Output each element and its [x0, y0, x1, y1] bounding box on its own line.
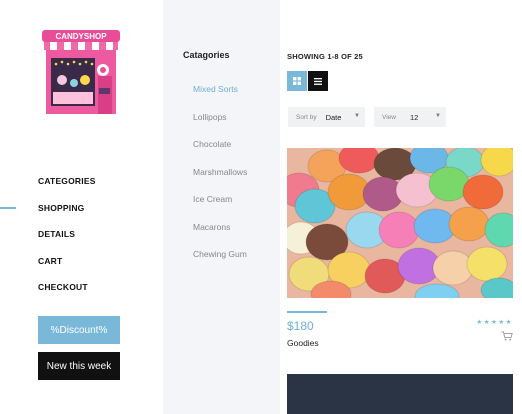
category-chewing-gum[interactable]: Chewing Gum	[193, 249, 247, 277]
list-view-button[interactable]	[308, 71, 328, 91]
view-label: View	[382, 113, 396, 121]
chevron-down-icon: ▼	[354, 113, 360, 119]
grid-view-button[interactable]	[287, 71, 307, 91]
sort-label: Sort by	[296, 113, 317, 121]
category-mixed-sorts[interactable]: Mixed Sorts	[193, 84, 247, 112]
category-macarons[interactable]: Macarons	[193, 222, 247, 250]
active-nav-indicator	[0, 207, 16, 209]
svg-text:CANDYSHOP: CANDYSHOP	[55, 32, 107, 41]
product-image-macarons[interactable]	[287, 148, 513, 298]
product-image-second[interactable]	[287, 374, 513, 414]
product-name[interactable]: Goodies	[287, 338, 319, 348]
cart-icon[interactable]	[501, 331, 513, 341]
view-value: 12	[409, 112, 419, 122]
star-icon: ★	[498, 319, 506, 326]
product-listing: SHOWING 1-8 OF 25 Sort by Date ▼ View 12…	[280, 0, 522, 414]
nav-item-cart[interactable]: CART	[38, 256, 96, 283]
chevron-down-icon: ▼	[435, 113, 441, 119]
star-icon: ★	[505, 319, 513, 326]
category-ice-cream[interactable]: Ice Cream	[193, 194, 247, 222]
category-lollipops[interactable]: Lollipops	[193, 112, 247, 140]
discount-button[interactable]: %Discount%	[38, 316, 120, 344]
category-chocolate[interactable]: Chocolate	[193, 139, 247, 167]
nav-item-details[interactable]: DETAILS	[38, 229, 96, 256]
left-sidebar: CANDYSHOP CATEGORIES SHOPPING DETAILS CA…	[0, 0, 163, 414]
list-icon	[314, 77, 322, 85]
star-icon: ★	[483, 319, 492, 326]
new-this-week-button[interactable]: New this week	[38, 352, 120, 380]
product-price: $180	[287, 319, 314, 333]
categories-panel: Catagories Mixed Sorts Lollipops Chocola…	[163, 0, 280, 414]
categories-list: Mixed Sorts Lollipops Chocolate Marshmal…	[193, 84, 247, 277]
star-icon: ★	[476, 319, 484, 326]
nav-item-shopping[interactable]: SHOPPING	[38, 203, 96, 230]
categories-title: Catagories	[183, 50, 230, 60]
nav-item-categories[interactable]: CATEGORIES	[38, 176, 96, 203]
results-count: SHOWING 1-8 OF 25	[287, 52, 363, 61]
grid-icon	[293, 77, 301, 85]
view-count-select[interactable]: View 12 ▼	[374, 107, 446, 127]
product-accent-line	[287, 311, 327, 313]
main-nav: CATEGORIES SHOPPING DETAILS CART CHECKOU…	[38, 176, 96, 309]
category-marshmallows[interactable]: Marshmallows	[193, 167, 247, 195]
candyshop-logo[interactable]: CANDYSHOP	[40, 28, 122, 116]
sort-select[interactable]: Sort by Date ▼	[288, 107, 365, 127]
rating-stars: ★★★★★	[476, 318, 513, 326]
sort-value: Date	[325, 112, 342, 122]
nav-item-checkout[interactable]: CHECKOUT	[38, 282, 96, 309]
